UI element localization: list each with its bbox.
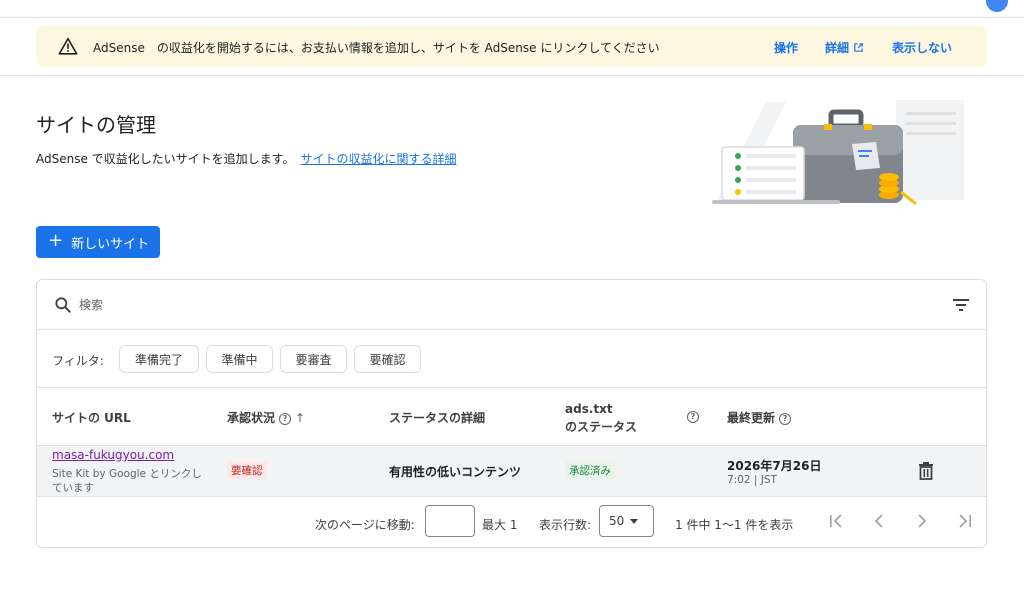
avatar[interactable] [986,0,1008,12]
approval-status-badge: 要確認 [227,461,267,479]
banner-dismiss-button[interactable]: 表示しない [892,39,952,56]
help-icon: ? [687,410,699,423]
table-row: masa-fukugyou.com Site Kit by Google とリン… [37,446,986,497]
banner-action-button[interactable]: 操作 [774,39,798,56]
search-bar [37,280,986,330]
arrow-up-icon: ↑ [295,411,306,425]
help-icon[interactable]: ? [779,412,792,425]
rows-per-page-value: 50 [609,514,625,528]
max-page-label: 最大 1 [482,518,518,532]
sites-table-card: フィルタ: 準備完了 準備中 要審査 要確認 サイトの URL 承認状況?↑ ス… [36,279,987,548]
dropdown-caret-icon [630,518,639,524]
page-description: AdSense で収益化したいサイトを追加します。 サイトの収益化に関する詳細 [36,150,457,167]
warning-icon [58,37,78,55]
filter-chip-ready[interactable]: 準備完了 [119,345,199,373]
search-input[interactable] [79,293,679,317]
banner-message: AdSense の収益化を開始するには、お支払い情報を追加し、サイトを AdSe… [93,41,660,55]
rows-per-page-select[interactable]: 50 [599,505,654,537]
filter-chip-needs-review[interactable]: 要審査 [280,345,347,373]
site-kit-note: Site Kit by Google とリンクしています [52,468,202,494]
column-header-approval-label: 承認状況 [227,411,276,425]
sites-illustration [712,100,964,206]
chevron-right-icon[interactable] [912,511,932,531]
filter-chip-needs-attention[interactable]: 要確認 [354,345,421,373]
last-updated-date: 2026年7月26日 [727,459,822,473]
column-header-status-detail[interactable]: ステータスの詳細 [389,409,485,426]
divider [0,75,1024,76]
column-header-last-updated-label: 最終更新 [727,411,776,425]
filter-chip-preparing[interactable]: 準備中 [206,345,273,373]
search-icon [55,297,71,313]
page-range-label: 1 件中 1〜1 件を表示 [675,518,794,532]
goto-page-input[interactable] [425,505,475,537]
page-title: サイトの管理 [36,113,156,137]
column-header-last-updated[interactable]: 最終更新? [727,409,792,426]
site-url-link[interactable]: masa-fukugyou.com [52,448,174,462]
column-header-ads-txt[interactable]: ads.txt のステータス [565,400,637,436]
new-site-button[interactable]: + 新しいサイト [36,226,160,258]
banner-details-link[interactable]: 詳細 [825,39,864,56]
filter-list-icon[interactable] [952,296,970,314]
trash-icon[interactable] [917,461,935,481]
column-header-approval[interactable]: 承認状況? ↑ [227,409,305,426]
table-header: サイトの URL 承認状況? ↑ ステータスの詳細 ads.txt のステータス … [37,388,986,446]
top-app-bar [0,0,1024,18]
ads-txt-header-line2: のステータス [565,420,638,434]
chevron-left-icon[interactable] [869,511,889,531]
new-site-label: 新しいサイト [71,236,150,252]
ads-txt-help[interactable]: ? [683,409,699,423]
description-text: AdSense で収益化したいサイトを追加します。 [36,152,295,166]
pagination-bar: 次のページに移動: 最大 1 表示行数: 50 1 件中 1〜1 件を表示 [37,497,986,547]
notification-banner: AdSense の収益化を開始するには、お支払い情報を追加し、サイトを AdSe… [36,26,987,67]
filter-label: フィルタ: [52,354,104,368]
external-link-icon [854,43,863,52]
status-detail-text[interactable]: 有用性の低いコンテンツ [389,463,521,480]
ads-txt-status-badge: 承認済み [565,461,615,479]
plus-icon: + [48,230,64,251]
help-icon[interactable]: ? [279,412,292,425]
goto-page-label: 次のページに移動: [315,518,415,532]
first-page-icon[interactable] [826,511,846,531]
last-page-icon[interactable] [955,511,975,531]
column-header-url[interactable]: サイトの URL [52,409,131,426]
filter-chips-row: フィルタ: 準備完了 準備中 要審査 要確認 [37,330,986,388]
ads-txt-header-line1: ads.txt [565,402,613,416]
banner-details-label: 詳細 [825,41,850,55]
rows-per-page-label: 表示行数: [539,518,592,532]
last-updated-time: 7:02 | JST [727,474,777,486]
learn-more-link[interactable]: サイトの収益化に関する詳細 [300,152,456,166]
